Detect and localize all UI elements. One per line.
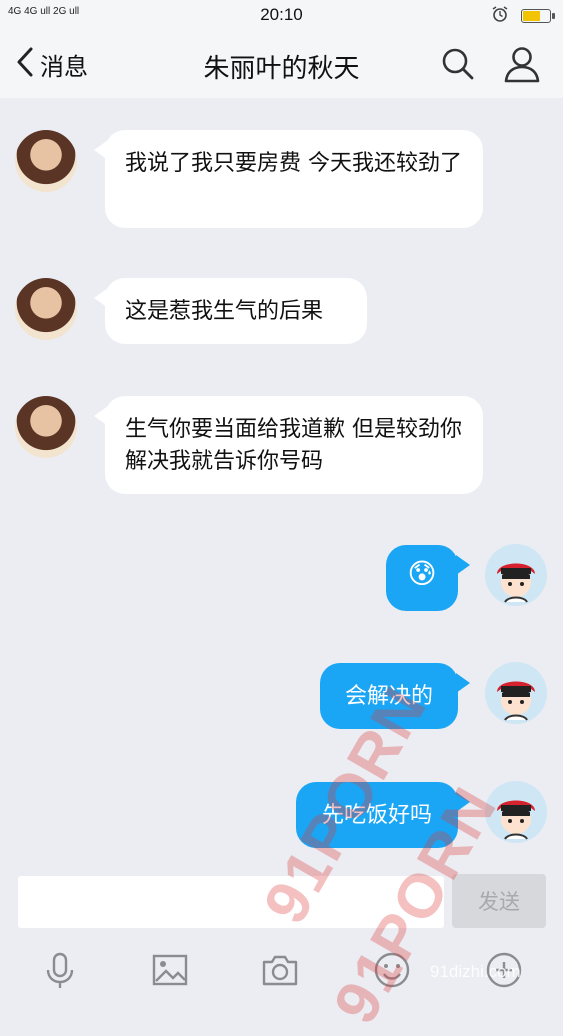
microphone-icon[interactable] [40, 950, 80, 990]
avatar[interactable] [485, 544, 547, 606]
message-bubble[interactable]: 😰 [386, 545, 458, 611]
battery-icon [521, 9, 555, 23]
image-icon[interactable] [150, 950, 190, 990]
person-icon [504, 47, 540, 83]
camera-icon[interactable] [260, 950, 300, 990]
status-time: 20:10 [260, 5, 303, 24]
alarm-icon [491, 5, 509, 27]
message-bubble[interactable]: 这是惹我生气的后果 [105, 278, 367, 344]
profile-button[interactable] [502, 44, 542, 84]
watermark-site: 91dizhi.com [430, 962, 521, 981]
chat-header: 消息 朱丽叶的秋天 [0, 30, 563, 98]
page-title: 朱丽叶的秋天 [203, 54, 360, 84]
search-icon [442, 48, 474, 80]
avatar[interactable] [485, 662, 547, 724]
cartoon-boy-icon [497, 563, 535, 603]
message-bubble[interactable]: 我说了我只要房费 今天我还较劲了 [105, 130, 483, 228]
avatar[interactable] [15, 278, 77, 340]
cartoon-boy-icon [497, 681, 535, 721]
message-bubble[interactable]: 生气你要当面给我道歉 但是较劲你解决我就告诉你号码 [105, 396, 483, 494]
avatar[interactable] [15, 396, 77, 458]
avatar[interactable] [15, 130, 77, 192]
search-button[interactable] [440, 46, 476, 82]
status-bar: 4G 4G ull 2G ull 20:10 [0, 0, 563, 30]
